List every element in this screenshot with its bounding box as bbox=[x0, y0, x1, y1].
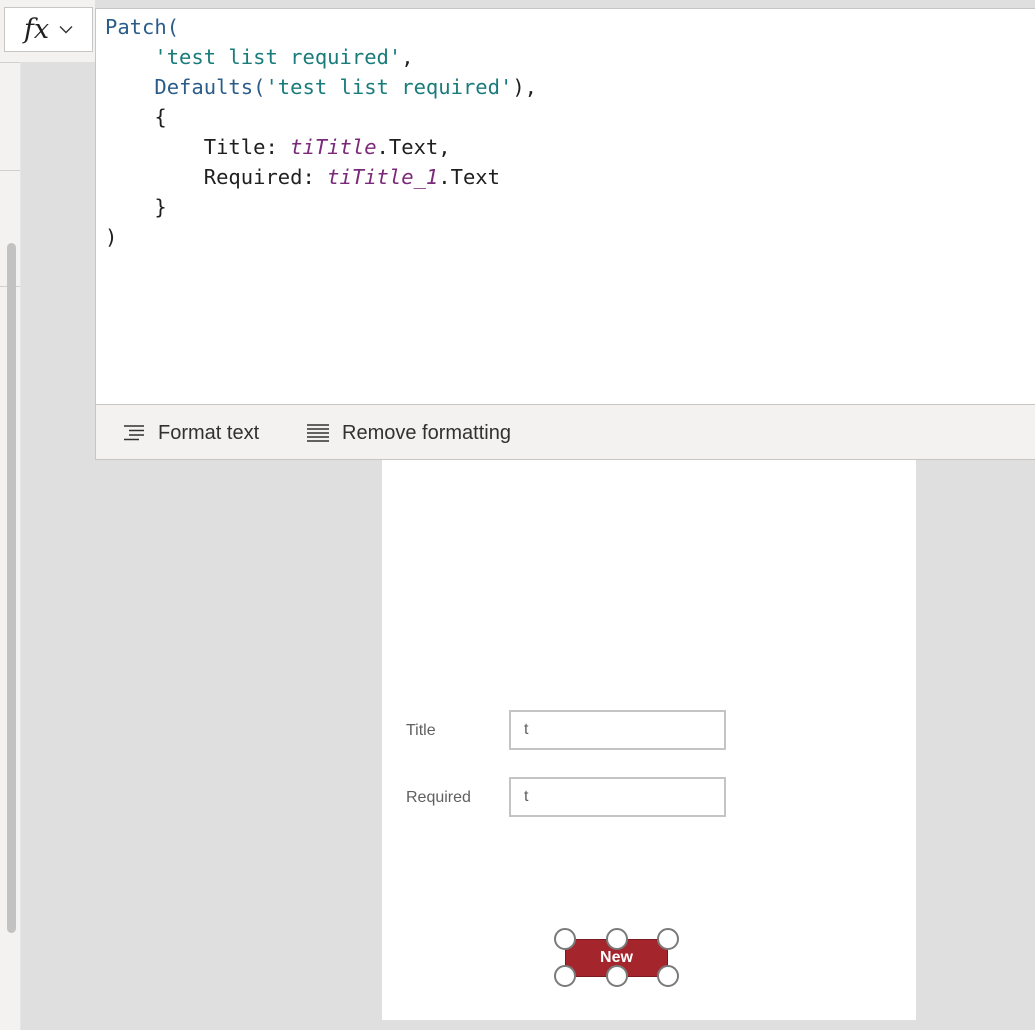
resize-handle-top-right[interactable] bbox=[657, 928, 679, 950]
code-line: Title: tiTitle.Text, bbox=[105, 132, 537, 162]
left-panel bbox=[0, 0, 20, 1030]
fx-area: fx bbox=[0, 0, 95, 62]
code-token: .Text bbox=[438, 165, 500, 189]
left-panel-divider bbox=[0, 170, 20, 171]
left-panel-border bbox=[20, 0, 21, 1030]
format-text-button[interactable]: Format text bbox=[122, 405, 259, 461]
code-token: Patch( bbox=[105, 15, 180, 39]
fx-icon: fx bbox=[23, 14, 50, 45]
code-token: .Text, bbox=[376, 135, 451, 159]
resize-handle-bottom-left[interactable] bbox=[554, 965, 576, 987]
left-panel-scrollbar[interactable] bbox=[7, 243, 16, 933]
code-line: 'test list required', bbox=[105, 42, 537, 72]
chevron-down-icon bbox=[59, 26, 73, 34]
code-token: 'test list required' bbox=[154, 45, 402, 69]
code-token: , bbox=[401, 45, 414, 69]
title-label: Title bbox=[406, 722, 436, 739]
code-line: Required: tiTitle_1.Text bbox=[105, 162, 537, 192]
code-token: Required: bbox=[105, 165, 328, 189]
code-token: } bbox=[105, 195, 167, 219]
resize-handle-top[interactable] bbox=[606, 928, 628, 950]
code-token: tiTitle_1 bbox=[327, 165, 439, 189]
format-text-icon bbox=[124, 425, 144, 441]
required-label: Required bbox=[406, 789, 471, 806]
left-panel-divider bbox=[0, 62, 20, 63]
app-canvas: Title Required New bbox=[382, 460, 916, 1020]
title-input[interactable] bbox=[509, 710, 726, 750]
resize-handle-bottom[interactable] bbox=[606, 965, 628, 987]
code-token: Title: bbox=[105, 135, 291, 159]
remove-formatting-label: Remove formatting bbox=[342, 421, 511, 444]
code-token: Defaults( bbox=[154, 75, 266, 99]
remove-formatting-button[interactable]: Remove formatting bbox=[306, 405, 511, 461]
resize-handle-bottom-right[interactable] bbox=[657, 965, 679, 987]
fx-property-dropdown[interactable]: fx bbox=[4, 7, 93, 52]
code-line: Patch( bbox=[105, 12, 537, 42]
code-line: ) bbox=[105, 222, 537, 252]
code-token: 'test list required' bbox=[265, 75, 513, 99]
resize-handle-top-left[interactable] bbox=[554, 928, 576, 950]
remove-formatting-icon bbox=[307, 424, 329, 442]
code-line: } bbox=[105, 192, 537, 222]
required-input[interactable] bbox=[509, 777, 726, 817]
code-token: { bbox=[105, 105, 167, 129]
formula-editor[interactable]: Patch( 'test list required', Defaults('t… bbox=[95, 8, 1035, 404]
format-text-label: Format text bbox=[158, 421, 260, 444]
code-token: ), bbox=[512, 75, 537, 99]
formula-code[interactable]: Patch( 'test list required', Defaults('t… bbox=[105, 12, 537, 252]
code-line: { bbox=[105, 102, 537, 132]
code-line: Defaults('test list required'), bbox=[105, 72, 537, 102]
code-token: ) bbox=[105, 225, 118, 249]
code-token: tiTitle bbox=[290, 135, 377, 159]
formula-toolbar: Format text Remove formatting bbox=[95, 404, 1035, 460]
